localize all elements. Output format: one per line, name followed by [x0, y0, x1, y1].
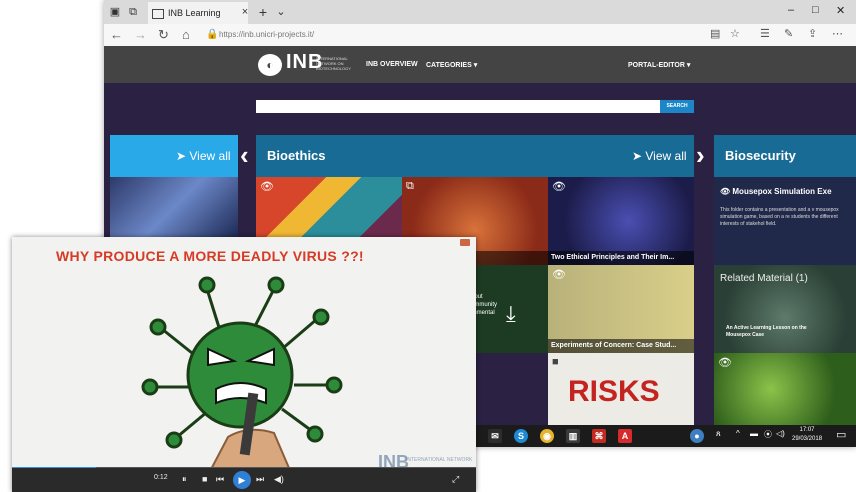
refresh-icon[interactable]: ↻ — [158, 27, 169, 43]
nav-portal-editor[interactable]: PORTAL-EDITOR ▾ — [628, 61, 690, 69]
notification-icon[interactable]: ▭ — [836, 428, 846, 441]
wifi-icon[interactable]: ⦿ — [764, 429, 772, 440]
people-icon[interactable]: ጸ — [716, 429, 721, 439]
risks-text: RISKS — [568, 375, 660, 408]
tile-label: Two Ethical Principles and Their Im... — [548, 251, 694, 265]
chrome-icon[interactable]: ◉ — [540, 429, 554, 443]
play-button[interactable]: ▶ — [233, 471, 251, 489]
stop-icon[interactable]: ■ — [202, 474, 207, 484]
tray-chevron-icon[interactable]: ^ — [736, 429, 740, 438]
bioethics-tile-3[interactable]: 👁 Two Ethical Principles and Their Im... — [548, 177, 694, 265]
left-view-all-link[interactable]: ➤ View all — [176, 149, 231, 163]
biosecurity-item[interactable]: 👁 Mousepox Simulation Exe This folder co… — [714, 177, 856, 265]
related-material-label[interactable]: Related Material (1) — [720, 273, 808, 284]
inb-watermark-sub: INTERNATIONAL NETWORK — [406, 457, 473, 463]
biosecurity-title[interactable]: Biosecurity — [725, 148, 796, 163]
left-panel-image[interactable] — [110, 177, 238, 237]
download-icon: ⤓ — [506, 301, 516, 326]
left-view-all-label: View all — [189, 149, 231, 163]
related-material-section: Related Material (1) An Active Learning … — [714, 265, 856, 353]
volume-icon[interactable]: ◀) — [274, 474, 284, 485]
left-panel-header: ➤ View all — [110, 135, 238, 177]
bioethics-view-all-label: View all — [645, 149, 687, 163]
skype-icon[interactable]: S — [514, 429, 528, 443]
tile-label: Experiments of Concern: Case Stud... — [548, 339, 694, 353]
clock-date: 29/03/2018 — [792, 436, 823, 442]
back-icon[interactable]: ← — [110, 27, 123, 42]
reading-view-icon[interactable]: ▤ — [710, 27, 720, 40]
external-link-icon: ⧉ — [406, 180, 414, 192]
chevron-down-icon[interactable]: ⌄ — [274, 5, 288, 19]
more-icon[interactable]: ⋯ — [832, 27, 843, 40]
pen-icon[interactable]: ✎ — [784, 27, 793, 40]
windows-taskbar: ✉ S ◉ ▥ ⌘ A ● ጸ ^ ▬ ⦿ ◁) 17:07 29/03/2018… — [470, 425, 856, 447]
pause-icon[interactable]: ⏸ — [182, 474, 187, 485]
network-icon[interactable]: ▬ — [750, 429, 758, 438]
fullscreen-icon[interactable]: ⤢ — [452, 474, 459, 485]
clock-time: 17:07 — [799, 427, 815, 433]
home-icon[interactable]: ⌂ — [182, 27, 190, 42]
user-icon[interactable]: ● — [690, 429, 704, 443]
files-icon[interactable]: ▥ — [566, 429, 580, 443]
bioethics-title[interactable]: Bioethics — [267, 148, 326, 163]
address-bar: ← → ↻ ⌂ 🔒 https://inb.unicri-projects.it… — [104, 24, 856, 47]
favorites-hub-icon[interactable]: ☰ — [760, 27, 770, 40]
tab-actions-icon[interactable]: ▣ — [108, 5, 122, 19]
forward-icon[interactable]: ⏭ — [256, 474, 264, 485]
bioethics-tile-risks[interactable]: ■ RISKS — [548, 353, 694, 425]
bioethics-header: Bioethics ➤ View all — [256, 135, 694, 177]
url-field[interactable]: https://inb.unicri-projects.it/ — [219, 27, 699, 43]
eye-icon: 👁 — [718, 357, 732, 369]
biosecurity-header: Biosecurity — [714, 135, 856, 177]
logo-subtitle: INTERNATIONAL NETWORK ON BIOTECHNOLOGY — [316, 56, 351, 71]
share-icon[interactable]: ⇪ — [808, 27, 817, 40]
carousel-next-arrow-icon[interactable]: › — [696, 140, 705, 171]
tab-bar: ▣ ⧉ INB Learning Library × + ⌄ – □ ✕ — [104, 0, 856, 40]
inb-logo-icon[interactable]: ◐ — [258, 54, 282, 76]
favorite-star-icon[interactable]: ☆ — [730, 27, 740, 40]
bioethics-tile-4[interactable]: 👁 Experiments of Concern: Case Stud... — [548, 265, 694, 353]
mail-icon[interactable]: ✉ — [488, 429, 502, 443]
tab-previews-icon[interactable]: ⧉ — [126, 5, 140, 19]
related-item-title[interactable]: An Active Learning Lesson on the Mousepo… — [726, 325, 826, 339]
video-time: 0:12 — [154, 474, 168, 481]
carousel-prev-arrow-icon[interactable]: ‹ — [240, 140, 249, 171]
biosecurity-item-title[interactable]: 👁 Mousepox Simulation Exe — [720, 187, 832, 196]
volume-icon[interactable]: ◁) — [776, 429, 785, 438]
new-tab-button[interactable]: + — [256, 5, 270, 19]
nav-categories[interactable]: CATEGORIES ▾ — [426, 61, 477, 69]
clock[interactable]: 17:07 29/03/2018 — [792, 426, 822, 444]
eye-icon: 👁 — [552, 181, 566, 193]
forward-icon[interactable]: → — [134, 27, 147, 42]
search-input[interactable] — [256, 100, 660, 113]
biosecurity-item-text: This folder contains a presentation and … — [720, 207, 839, 227]
tab-inb-learning-library[interactable]: INB Learning Library — [148, 2, 248, 40]
minimize-button[interactable]: – — [788, 4, 794, 16]
maximize-button[interactable]: □ — [812, 4, 819, 16]
bioethics-view-all-link[interactable]: ➤ View all — [632, 149, 687, 163]
search-button[interactable]: SEARCH — [660, 100, 694, 113]
rewind-icon[interactable]: ⏮ — [216, 474, 224, 485]
lock-icon: 🔒 — [206, 29, 219, 40]
video-player[interactable]: WHY PRODUCE A MORE DEADLY VIRUS ??! INB … — [12, 237, 476, 492]
acrobat-icon[interactable]: A — [618, 429, 632, 443]
item-title-text: Mousepox Simulation Exe — [732, 187, 832, 196]
video-controls: 0:12 ⏸ ■ ⏮ ▶ ⏭ ◀) ⤢ — [12, 468, 476, 492]
eye-icon: 👁 — [552, 269, 566, 281]
page-favicon-icon — [152, 8, 164, 19]
pdf-icon[interactable]: ⌘ — [592, 429, 606, 443]
nav-inb-overview[interactable]: INB OVERVIEW — [366, 61, 418, 68]
biosecurity-tile-bacteria[interactable]: 👁 — [714, 353, 856, 425]
tab-close-icon[interactable]: × — [238, 5, 252, 19]
eye-icon: 👁 — [260, 181, 274, 193]
site-navbar: ◐ INB INTERNATIONAL NETWORK ON BIOTECHNO… — [104, 46, 856, 83]
video-camera-icon: ■ — [552, 356, 559, 368]
close-window-button[interactable]: ✕ — [836, 4, 845, 17]
